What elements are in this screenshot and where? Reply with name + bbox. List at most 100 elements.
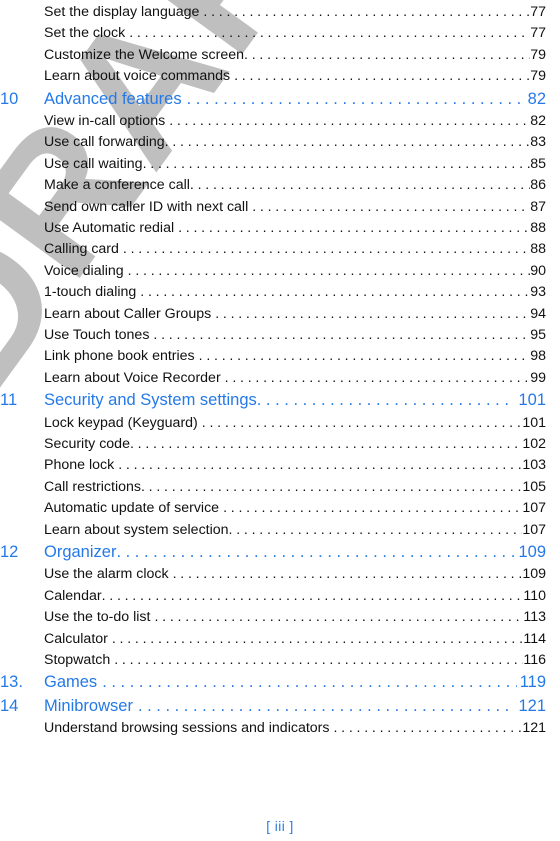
- toc-entry-title: Minibrowser: [44, 696, 133, 715]
- toc-entry-number: 14: [0, 696, 19, 715]
- toc-entry-row[interactable]: Learn about Voice Recorder 99: [0, 368, 546, 389]
- toc-dot-leader: [190, 175, 530, 196]
- toc-entry-title: Games: [44, 673, 98, 692]
- toc-entry-row[interactable]: Voice dialing 90: [0, 261, 546, 282]
- toc-entry-title: Link phone book entries: [44, 348, 195, 365]
- toc-entry-number: 10: [0, 89, 19, 108]
- toc-entry-title: Learn about system selection: [44, 521, 229, 538]
- toc-dot-leader: [102, 671, 517, 695]
- toc-entry-page-number: 94: [530, 305, 546, 322]
- toc-entry-title: Use call waiting: [44, 155, 143, 172]
- toc-dot-leader: [153, 325, 530, 346]
- toc-entry-number: 13.: [0, 673, 23, 692]
- toc-dot-leader: [114, 650, 523, 671]
- toc-dot-leader: [252, 197, 530, 218]
- toc-chapter-row[interactable]: 12 Organizer 109: [0, 541, 546, 565]
- toc-dot-leader: [154, 607, 523, 628]
- toc-entry-title: View in-call options: [44, 113, 166, 130]
- toc-dot-leader: [199, 346, 531, 367]
- toc-entry-row[interactable]: Use call forwarding 83: [0, 132, 546, 153]
- toc-dot-leader: [234, 66, 530, 87]
- toc-entry-row[interactable]: Link phone book entries 98: [0, 346, 546, 367]
- toc-entry-row[interactable]: Security code 102: [0, 434, 546, 455]
- toc-entry-row[interactable]: Make a conference call 86: [0, 175, 546, 196]
- toc-entry-page-number: 121: [518, 696, 546, 715]
- toc-dot-leader: [187, 88, 525, 112]
- toc-entry-row[interactable]: Set the clock 77: [0, 23, 546, 44]
- toc-entry-row[interactable]: Understand browsing sessions and indicat…: [0, 718, 546, 739]
- toc-dot-leader: [215, 304, 530, 325]
- toc-dot-leader: [223, 498, 522, 519]
- toc-entry-row[interactable]: Learn about voice commands 79: [0, 66, 546, 87]
- toc-entry-page-number: 82: [530, 113, 546, 130]
- toc-chapter-row[interactable]: 10 Advanced features 82: [0, 88, 546, 112]
- toc-entry-title: Use Touch tones: [44, 326, 150, 343]
- toc-entry-row[interactable]: Calendar 110: [0, 586, 546, 607]
- toc-dot-leader: [225, 368, 531, 389]
- toc-entry-row[interactable]: Use the alarm clock 109: [0, 564, 546, 585]
- toc-entry-title: Learn about Caller Groups: [44, 305, 212, 322]
- toc-entry-page-number: 107: [522, 500, 546, 517]
- toc-entry-row[interactable]: Lock keypad (Keyguard) 101: [0, 413, 546, 434]
- toc-entry-page-number: 93: [530, 284, 546, 301]
- toc-chapter-row[interactable]: 11 Security and System settings 101: [0, 389, 546, 413]
- toc-entry-page-number: 99: [530, 369, 546, 386]
- toc-entry-row[interactable]: Learn about Caller Groups 94: [0, 304, 546, 325]
- toc-entry-page-number: 82: [527, 89, 546, 108]
- toc-chapter-row[interactable]: 13. Games 119: [0, 671, 546, 695]
- toc-entry-row[interactable]: Set the display language 77: [0, 2, 546, 23]
- toc-entry-page-number: 113: [523, 609, 546, 626]
- toc-entry-title: Calling card: [44, 241, 119, 258]
- toc-entry-row[interactable]: Call restrictions 105: [0, 477, 546, 498]
- toc-entry-row[interactable]: Learn about system selection 107: [0, 520, 546, 541]
- toc-entry-page-number: 79: [530, 46, 546, 63]
- toc-chapter-row[interactable]: 14 Minibrowser 121: [0, 695, 546, 719]
- toc-entry-page-number: 119: [519, 673, 546, 692]
- toc-entry-row[interactable]: Use Touch tones 95: [0, 325, 546, 346]
- toc-entry-page-number: 86: [530, 177, 546, 194]
- toc-entry-title: Use the alarm clock: [44, 566, 169, 583]
- toc-entry-row[interactable]: Send own caller ID with next call 87: [0, 197, 546, 218]
- toc-entry-title: Make a conference call: [44, 177, 190, 194]
- toc-page: DRAFT Set the display language77Set the …: [0, 0, 560, 841]
- toc-entry-row[interactable]: Use the to-do list 113: [0, 607, 546, 628]
- toc-dot-leader: [140, 282, 530, 303]
- toc-dot-leader: [102, 586, 524, 607]
- toc-entry-title: Learn about Voice Recorder: [44, 369, 221, 386]
- toc-entry-row[interactable]: Calling card 88: [0, 239, 546, 260]
- toc-entry-page-number: 88: [530, 220, 546, 237]
- table-of-contents-list: Set the display language 77 Set the clock 7…: [0, 0, 560, 740]
- toc-entry-row[interactable]: 1-touch dialing 93: [0, 282, 546, 303]
- toc-entry-title: 1-touch dialing: [44, 284, 137, 301]
- toc-entry-row[interactable]: Customize the Welcome screen 79: [0, 45, 546, 66]
- toc-dot-leader: [116, 541, 515, 565]
- toc-entry-title: Lock keypad (Keyguard): [44, 414, 198, 431]
- toc-entry-page-number: 116: [523, 652, 546, 669]
- toc-entry-page-number: 103: [522, 457, 546, 474]
- toc-entry-page-number: 109: [518, 542, 546, 561]
- toc-entry-title: Stopwatch: [44, 652, 111, 669]
- toc-entry-title: Organizer: [44, 542, 117, 561]
- toc-entry-title: Call restrictions: [44, 478, 141, 495]
- toc-dot-leader: [143, 154, 531, 175]
- toc-entry-title: Send own caller ID with next call: [44, 198, 249, 215]
- toc-entry-row[interactable]: Calculator 114: [0, 629, 546, 650]
- toc-entry-page-number: 87: [530, 198, 546, 215]
- toc-dot-leader: [257, 389, 516, 413]
- toc-entry-title: Automatic update of service: [44, 500, 220, 517]
- toc-dot-leader: [165, 132, 531, 153]
- toc-entry-row[interactable]: Use call waiting 85: [0, 154, 546, 175]
- toc-entry-title: Set the clock: [44, 25, 126, 42]
- toc-entry-page-number: 102: [522, 436, 546, 453]
- toc-dot-leader: [203, 2, 530, 23]
- toc-entry-row[interactable]: View in-call options 82: [0, 111, 546, 132]
- toc-dot-leader: [123, 239, 530, 260]
- toc-entry-row[interactable]: Use Automatic redial 88: [0, 218, 546, 239]
- toc-dot-leader: [333, 718, 522, 739]
- toc-dot-leader: [118, 455, 522, 476]
- toc-entry-row[interactable]: Phone lock 103: [0, 455, 546, 476]
- toc-entry-row[interactable]: Stopwatch 116: [0, 650, 546, 671]
- toc-entry-title: Customize the Welcome screen: [44, 46, 245, 63]
- toc-entry-row[interactable]: Automatic update of service 107: [0, 498, 546, 519]
- toc-entry-page-number: 110: [523, 587, 546, 604]
